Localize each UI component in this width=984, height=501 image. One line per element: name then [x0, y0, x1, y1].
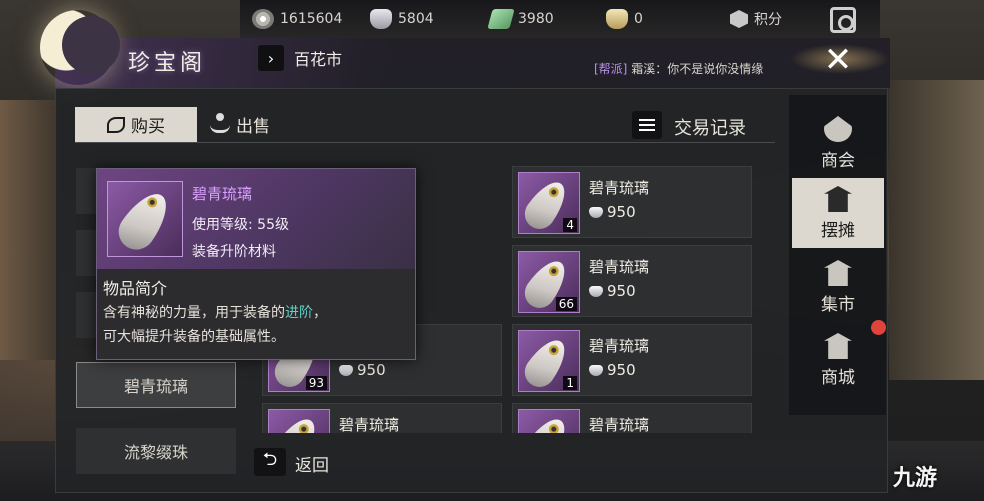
- silver-ingot-icon: [589, 206, 603, 218]
- nav-item-label: 商城: [821, 368, 855, 388]
- stall-icon: [824, 186, 852, 212]
- back-arrow-icon[interactable]: ⮌: [254, 448, 286, 476]
- item-quantity: 93: [305, 376, 327, 390]
- tab-sell-label: 出售: [236, 117, 270, 137]
- tooltip-section-title: 物品简介: [103, 279, 168, 298]
- item-name: 碧青琉璃: [589, 258, 650, 276]
- sell-hand-icon: [210, 112, 230, 133]
- feather-icon: [268, 412, 324, 433]
- item-thumbnail: 4: [518, 172, 580, 235]
- item-tooltip: 碧青琉璃 使用等级: 55级 装备升阶材料 物品简介 含有神秘的力量，用于装备的…: [96, 168, 416, 360]
- item-price: 950: [589, 361, 636, 379]
- silver-value: 5804: [398, 11, 434, 27]
- item-price: 950: [589, 282, 636, 300]
- currency-silver: 5804: [370, 9, 434, 29]
- item-quantity: 1: [563, 376, 577, 390]
- chat-channel-tag: [帮派]: [594, 62, 628, 76]
- category-item[interactable]: 流黎缀珠: [76, 428, 236, 474]
- item-price: 950: [589, 203, 636, 221]
- notification-dot: [871, 320, 886, 335]
- coin-value: 1615604: [280, 11, 343, 27]
- currency-coin: 1615604: [252, 9, 342, 29]
- nav-item-market[interactable]: 集市: [792, 252, 884, 322]
- buy-icon: [107, 116, 125, 133]
- feather-icon: [518, 412, 574, 433]
- nav-item-label: 摆摊: [821, 221, 855, 241]
- currency-gold: 0: [606, 9, 643, 29]
- item-price-value: 950: [607, 203, 636, 221]
- item-name: 碧青琉璃: [589, 416, 650, 433]
- jade-icon: [487, 9, 515, 29]
- item-card[interactable]: 碧青琉璃: [512, 403, 752, 433]
- item-card[interactable]: 1 碧青琉璃 950: [512, 324, 752, 396]
- item-card[interactable]: 4 碧青琉璃 950: [512, 166, 752, 238]
- item-thumbnail: 66: [518, 251, 580, 314]
- market-icon: [824, 260, 852, 286]
- silver-ingot-icon: [589, 285, 603, 297]
- item-price-value: 950: [607, 282, 636, 300]
- tooltip-thumbnail: [107, 181, 183, 257]
- tooltip-item-name: 碧青琉璃: [192, 185, 253, 203]
- item-thumbnail: 1: [518, 330, 580, 393]
- watermark-logo: 九游: [893, 466, 938, 491]
- badge-icon: [730, 10, 748, 28]
- tooltip-type: 装备升阶材料: [192, 244, 276, 260]
- coin-icon: [252, 9, 274, 29]
- desc-part: 含有神秘的力量，用于装备的: [103, 305, 285, 321]
- background-wall-left: [0, 100, 60, 360]
- item-quantity: 4: [563, 218, 577, 232]
- jade-value: 3980: [518, 11, 554, 27]
- tab-sell[interactable]: 出售: [210, 107, 310, 142]
- feather-icon: [111, 185, 177, 257]
- breadcrumb-chevron-icon[interactable]: ›: [258, 45, 284, 71]
- chat-text: 霜溪：你不是说你没情缘: [631, 62, 764, 76]
- item-card[interactable]: 碧青琉璃: [262, 403, 502, 433]
- page-title: 珍宝阁: [128, 51, 207, 76]
- tooltip-level: 使用等级: 55级: [192, 217, 289, 233]
- points-label: 积分: [754, 12, 782, 28]
- item-price: 950: [339, 361, 386, 379]
- list-icon[interactable]: [632, 111, 662, 139]
- item-name: 碧青琉璃: [339, 416, 400, 433]
- desc-highlight: 进阶: [285, 305, 313, 321]
- settings-icon[interactable]: [830, 7, 856, 33]
- silver-ingot-icon: [339, 364, 353, 376]
- item-name: 碧青琉璃: [589, 179, 650, 197]
- nav-item-chamber[interactable]: 商会: [792, 108, 884, 178]
- item-price-value: 950: [607, 361, 636, 379]
- desc-part: 可大幅提升装备的基础属性。: [103, 329, 285, 345]
- currency-jade: 3980: [487, 9, 554, 29]
- close-button[interactable]: ✕: [818, 40, 858, 80]
- moon-emblem-icon: [40, 10, 120, 85]
- desc-part: ，: [313, 305, 327, 321]
- nav-item-label: 集市: [821, 295, 855, 315]
- nav-item-label: 商会: [821, 151, 855, 171]
- item-quantity: 66: [555, 297, 577, 311]
- points-button[interactable]: 积分: [730, 9, 782, 29]
- category-item-selected[interactable]: 碧青琉璃: [76, 362, 236, 408]
- back-button[interactable]: 返回: [295, 451, 329, 476]
- silver-ingot-icon: [589, 364, 603, 376]
- guild-chat-message[interactable]: [帮派] 霜溪：你不是说你没情缘: [594, 60, 763, 77]
- trade-log-button[interactable]: 交易记录: [674, 114, 746, 140]
- nav-item-mall[interactable]: 商城: [792, 325, 884, 395]
- item-price-value: 950: [357, 361, 386, 379]
- nav-item-stall[interactable]: 摆摊: [792, 178, 884, 248]
- silver-ingot-icon: [370, 9, 392, 29]
- chamber-icon: [824, 116, 852, 142]
- tooltip-description: 含有神秘的力量，用于装备的进阶， 可大幅提升装备的基础属性。: [103, 301, 408, 349]
- item-card[interactable]: 66 碧青琉璃 950: [512, 245, 752, 317]
- tab-buy[interactable]: 购买: [75, 107, 197, 142]
- tab-buy-label: 购买: [131, 117, 165, 137]
- item-thumbnail: [518, 409, 580, 433]
- gold-value: 0: [634, 11, 643, 27]
- gold-ingot-icon: [606, 9, 628, 29]
- mall-icon: [824, 333, 852, 359]
- item-thumbnail: [268, 409, 330, 433]
- item-name: 碧青琉璃: [589, 337, 650, 355]
- breadcrumb[interactable]: 百花市: [294, 46, 342, 70]
- background-wall-right: [889, 80, 984, 380]
- tab-divider: [75, 142, 775, 143]
